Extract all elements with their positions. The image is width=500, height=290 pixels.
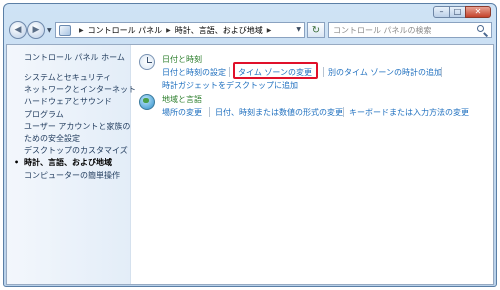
breadcrumb-clock-language-region[interactable]: 時計、言語、および地域 [175, 25, 263, 36]
breadcrumb-separator-icon[interactable]: ▶ [267, 27, 272, 34]
content-area: コントロール パネル ホーム システムとセキュリティ ネットワークとインターネッ… [6, 44, 494, 285]
sidebar-item-desktop-customization[interactable]: デスクトップのカスタマイズ [24, 145, 136, 157]
category-title-date-time[interactable]: 日付と時刻 [162, 54, 202, 65]
sidebar-item-clock-language-region: 時計、言語、および地域 [14, 157, 136, 169]
category-date-time: 日付と時刻 日付と時刻の設定 タイム ゾーンの変更 別のタイム ゾーンの時計の追… [139, 54, 479, 94]
category-region-language: 地域と言語 場所の変更 日付、時刻または数値の形式の変更 キーボードまたは入力方… [139, 94, 479, 124]
sidebar-item-system-security[interactable]: システムとセキュリティ [24, 72, 136, 84]
search-input[interactable]: コントロール パネルの検索 [333, 25, 476, 36]
breadcrumb-separator-icon[interactable]: ▶ [79, 27, 84, 34]
search-icon[interactable] [476, 24, 489, 37]
link-separator [323, 67, 324, 77]
link-separator [229, 67, 230, 77]
sidebar: コントロール パネル ホーム システムとセキュリティ ネットワークとインターネッ… [7, 45, 136, 284]
link-add-clocks[interactable]: 別のタイム ゾーンの時計の追加 [328, 67, 442, 78]
sidebar-home-link[interactable]: コントロール パネル ホーム [24, 52, 125, 63]
sidebar-item-programs[interactable]: プログラム [24, 109, 136, 121]
main-panel: 日付と時刻 日付と時刻の設定 タイム ゾーンの変更 別のタイム ゾーンの時計の追… [131, 45, 493, 284]
globe-icon[interactable] [139, 94, 155, 110]
link-change-location[interactable]: 場所の変更 [162, 107, 202, 118]
refresh-button[interactable]: ↻ [307, 22, 325, 38]
breadcrumb-separator-icon[interactable]: ▶ [166, 27, 171, 34]
link-date-time-settings[interactable]: 日付と時刻の設定 [162, 67, 226, 78]
forward-button[interactable]: ▶ [27, 21, 45, 39]
sidebar-item-family-safety[interactable]: ための安全設定 [24, 133, 136, 145]
link-separator [209, 107, 210, 117]
maximize-button[interactable]: □ [449, 6, 466, 18]
address-dropdown-icon[interactable]: ▼ [296, 26, 301, 33]
sidebar-item-ease-of-access[interactable]: コンピューターの簡単操作 [24, 170, 136, 182]
refresh-icon: ↻ [311, 24, 321, 36]
recent-pages-dropdown-icon[interactable]: ▼ [47, 27, 52, 34]
back-button[interactable]: ◀ [9, 21, 27, 39]
sidebar-item-user-accounts[interactable]: ユーザー アカウントと家族の [24, 121, 136, 133]
link-change-keyboards[interactable]: キーボードまたは入力方法の変更 [349, 107, 469, 118]
category-title-region-language[interactable]: 地域と言語 [162, 94, 202, 105]
minimize-button[interactable]: – [433, 6, 450, 18]
link-change-time-zone[interactable]: タイム ゾーンの変更 [238, 67, 312, 78]
link-separator [441, 67, 442, 77]
breadcrumb-control-panel[interactable]: コントロール パネル [88, 25, 163, 36]
address-bar[interactable]: ▶ コントロール パネル ▶ 時計、言語、および地域 ▶ ▼ [55, 22, 305, 38]
sidebar-category-list: システムとセキュリティ ネットワークとインターネット ハードウェアとサウンド プ… [14, 72, 136, 182]
link-separator [343, 107, 344, 117]
sidebar-item-hardware-sound[interactable]: ハードウェアとサウンド [24, 96, 136, 108]
window-controls: – □ ✕ [433, 6, 491, 18]
close-button[interactable]: ✕ [465, 6, 491, 18]
sidebar-item-network-internet[interactable]: ネットワークとインターネット [24, 84, 136, 96]
forward-arrow-icon: ▶ [32, 25, 40, 35]
control-panel-window: – □ ✕ ◀ ▶ ▼ ▶ コントロール パネル ▶ 時計、言語、および地域 ▶… [3, 3, 497, 287]
search-box[interactable]: コントロール パネルの検索 [328, 22, 492, 38]
clock-icon[interactable] [139, 54, 155, 70]
navigation-bar: ◀ ▶ ▼ ▶ コントロール パネル ▶ 時計、言語、および地域 ▶ ▼ ↻ コ… [4, 19, 496, 43]
control-panel-icon [59, 24, 71, 36]
link-add-clock-gadget[interactable]: 時計ガジェットをデスクトップに追加 [162, 80, 298, 91]
link-change-formats[interactable]: 日付、時刻または数値の形式の変更 [215, 107, 343, 118]
back-arrow-icon: ◀ [14, 25, 22, 35]
